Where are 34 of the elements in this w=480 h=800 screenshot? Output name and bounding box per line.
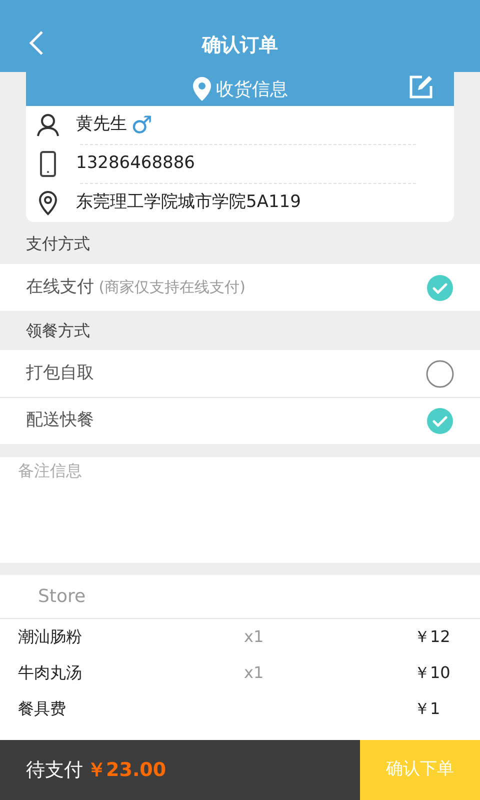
option-label: 打包自取 — [26, 362, 94, 385]
amount-due-label: 待支付 — [26, 758, 83, 783]
total-amount: ￥23.00 — [87, 758, 166, 783]
item-name: 潮汕肠粉 — [18, 626, 83, 648]
empty-radio-icon[interactable] — [426, 360, 454, 388]
back-icon[interactable] — [28, 30, 44, 56]
page-title: 确认订单 — [202, 32, 278, 58]
card-title: 收货信息 — [216, 78, 288, 102]
option-label: 配送快餐 — [26, 409, 94, 432]
section-label: 支付方式 — [26, 233, 90, 255]
option-label: 在线支付 (商家仅支持在线支付) — [26, 276, 246, 299]
remark-field[interactable]: 备注信息 — [0, 457, 480, 563]
location-pin-icon — [36, 190, 60, 216]
option-row[interactable]: 配送快餐 — [0, 397, 480, 444]
item-name: 餐具费 — [18, 698, 67, 720]
item-price: ￥12 — [414, 626, 450, 648]
checked-radio-icon[interactable] — [426, 407, 454, 435]
location-pin-icon — [192, 77, 212, 101]
item-quantity: x1 — [244, 662, 265, 684]
gender-symbol: ♂ — [131, 113, 153, 137]
option-row[interactable]: 在线支付 (商家仅支持在线支付) — [0, 264, 480, 311]
item-price: ￥10 — [414, 662, 450, 684]
person-icon — [36, 113, 60, 137]
option-row[interactable]: 打包自取 — [0, 350, 480, 397]
section-label: 领餐方式 — [26, 320, 90, 342]
item-price: ￥1 — [414, 698, 440, 720]
item-name: 牛肉丸汤 — [18, 662, 83, 684]
delivery-address: 东莞理工学院城市学院5A119 — [76, 191, 301, 214]
edit-icon[interactable] — [408, 74, 434, 100]
recipient-name: 黄先生 — [76, 113, 127, 136]
checked-radio-icon[interactable] — [426, 274, 454, 302]
item-quantity: x1 — [244, 626, 265, 648]
phone-number: 13286468886 — [76, 152, 195, 176]
store-name: Store — [38, 585, 86, 609]
